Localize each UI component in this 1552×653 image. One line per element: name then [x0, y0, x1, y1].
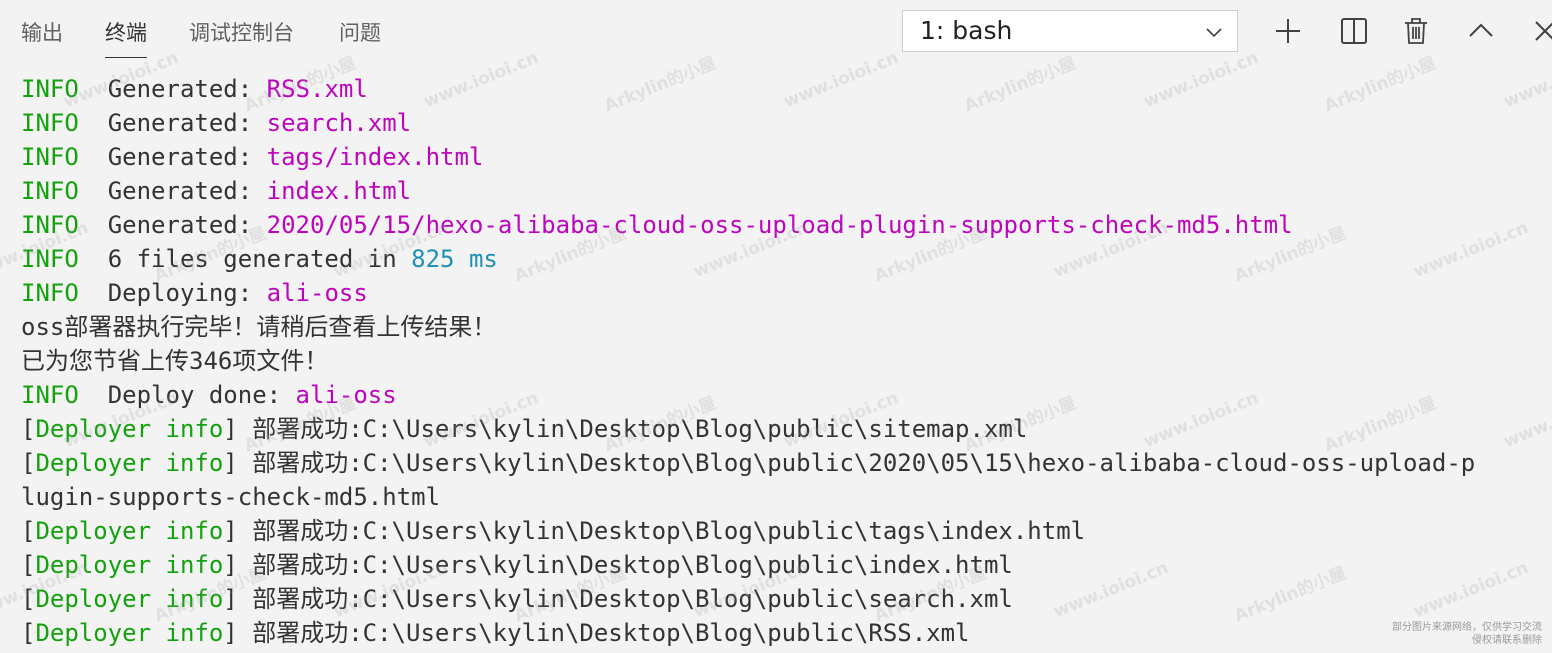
- footnote-line-2: 侵权请联系删除: [1472, 635, 1542, 646]
- terminal-segment: INFO: [21, 381, 79, 409]
- terminal-segment: index.html: [266, 177, 412, 205]
- terminal-line: INFO Deploying: ali-oss: [21, 276, 1552, 310]
- trash-icon: [1399, 14, 1433, 48]
- terminal-segment: [: [21, 415, 36, 443]
- chevron-up-icon: [1464, 14, 1498, 48]
- terminal-line: lugin-supports-check-md5.html: [21, 480, 1552, 514]
- close-icon: [1528, 14, 1552, 48]
- kill-terminal-button[interactable]: [1399, 14, 1433, 48]
- terminal-line: INFO Generated: 2020/05/15/hexo-alibaba-…: [21, 208, 1552, 242]
- terminal-line: 已为您节省上传346项文件！: [21, 344, 1552, 378]
- footnote-line-1: 部分图片来源网络，仅供学习交流: [1392, 622, 1542, 633]
- terminal-line: oss部署器执行完毕！请稍后查看上传结果！: [21, 310, 1552, 344]
- terminal-select[interactable]: 1: bash: [902, 10, 1238, 52]
- terminal-segment: Generated:: [78, 177, 267, 205]
- terminal-segment: Deployer info: [35, 517, 224, 545]
- terminal-segment: [: [21, 449, 36, 477]
- terminal-segment: ] 部署成功:C:\Users\kylin\Desktop\Blog\publi…: [223, 551, 1013, 579]
- terminal-segment: oss部署器执行完毕！请稍后查看上传结果！: [21, 313, 497, 341]
- terminal-segment: Generated:: [78, 109, 267, 137]
- terminal-segment: ] 部署成功:C:\Users\kylin\Desktop\Blog\publi…: [223, 415, 1028, 443]
- terminal-segment: Deploy done:: [78, 381, 296, 409]
- terminal-segment: 825 ms: [411, 245, 498, 273]
- terminal-segment: INFO: [21, 143, 79, 171]
- plus-icon: [1271, 14, 1305, 48]
- terminal-line: [Deployer info] 部署成功:C:\Users\kylin\Desk…: [21, 446, 1552, 480]
- terminal-segment: tags/index.html: [266, 143, 484, 171]
- terminal-segment: INFO: [21, 75, 79, 103]
- split-icon: [1337, 14, 1371, 48]
- copyright-footnote: 部分图片来源网络，仅供学习交流 侵权请联系删除: [1392, 621, 1542, 647]
- terminal-segment: INFO: [21, 211, 79, 239]
- terminal-segment: RSS.xml: [266, 75, 368, 103]
- terminal-segment: INFO: [21, 245, 79, 273]
- terminal-segment: [: [21, 619, 36, 647]
- terminal-line: [Deployer info] 部署成功:C:\Users\kylin\Desk…: [21, 548, 1552, 582]
- terminal-segment: search.xml: [266, 109, 412, 137]
- terminal-segment: Deployer info: [35, 585, 224, 613]
- terminal-segment: Generated:: [78, 75, 267, 103]
- terminal-segment: 6 files generated in: [78, 245, 412, 273]
- terminal-line: [Deployer info] 部署成功:C:\Users\kylin\Desk…: [21, 514, 1552, 548]
- terminal-segment: Generated:: [78, 211, 267, 239]
- terminal-segment: Deployer info: [35, 449, 224, 477]
- terminal-segment: Deployer info: [35, 415, 224, 443]
- terminal-segment: Deploying:: [78, 279, 267, 307]
- terminal-segment: ] 部署成功:C:\Users\kylin\Desktop\Blog\publi…: [223, 585, 1013, 613]
- terminal-segment: INFO: [21, 279, 79, 307]
- terminal-segment: 2020/05/15/hexo-alibaba-cloud-oss-upload…: [266, 211, 1293, 239]
- terminal-segment: ali-oss: [295, 381, 397, 409]
- terminal-line: INFO Generated: index.html: [21, 174, 1552, 208]
- tab-problems[interactable]: 问题: [339, 18, 381, 48]
- terminal-select-value: 1: bash: [920, 16, 1013, 45]
- terminal-line: INFO Generated: search.xml: [21, 106, 1552, 140]
- terminal-line: INFO Generated: tags/index.html: [21, 140, 1552, 174]
- terminal-line: [Deployer info] 部署成功:C:\Users\kylin\Desk…: [21, 412, 1552, 446]
- terminal-line: INFO 6 files generated in 825 ms: [21, 242, 1552, 276]
- terminal-segment: ] 部署成功:C:\Users\kylin\Desktop\Blog\publi…: [223, 619, 970, 647]
- maximize-panel-button[interactable]: [1464, 14, 1498, 48]
- chevron-down-icon: [1205, 23, 1223, 41]
- split-terminal-button[interactable]: [1337, 14, 1371, 48]
- terminal-segment: Generated:: [78, 143, 267, 171]
- terminal-segment: Deployer info: [35, 619, 224, 647]
- terminal-segment: [: [21, 517, 36, 545]
- terminal-segment: ali-oss: [266, 279, 368, 307]
- tab-debug-console[interactable]: 调试控制台: [189, 18, 294, 48]
- terminal-segment: lugin-supports-check-md5.html: [21, 483, 441, 511]
- terminal-segment: 已为您节省上传346项文件！: [21, 347, 329, 375]
- terminal-output[interactable]: INFO Generated: RSS.xml INFO Generated: s…: [21, 72, 1552, 653]
- close-panel-button[interactable]: [1528, 14, 1552, 48]
- terminal-line: [Deployer info] 部署成功:C:\Users\kylin\Desk…: [21, 616, 1552, 650]
- terminal-segment: [: [21, 551, 36, 579]
- terminal-line: INFO Deploy done: ali-oss: [21, 378, 1552, 412]
- terminal-segment: Deployer info: [35, 551, 224, 579]
- terminal-segment: [: [21, 585, 36, 613]
- terminal-line: [Deployer info] 部署成功:C:\Users\kylin\Desk…: [21, 582, 1552, 616]
- terminal-segment: INFO: [21, 177, 79, 205]
- tab-terminal[interactable]: 终端: [105, 18, 147, 58]
- new-terminal-button[interactable]: [1271, 14, 1305, 48]
- terminal-segment: INFO: [21, 109, 79, 137]
- panel-header: 输出 终端 调试控制台 问题 1: bash: [0, 0, 1552, 66]
- tab-output[interactable]: 输出: [21, 18, 63, 48]
- terminal-segment: ] 部署成功:C:\Users\kylin\Desktop\Blog\publi…: [223, 449, 1476, 477]
- terminal-line: INFO Generated: RSS.xml: [21, 72, 1552, 106]
- terminal-segment: ] 部署成功:C:\Users\kylin\Desktop\Blog\publi…: [223, 517, 1086, 545]
